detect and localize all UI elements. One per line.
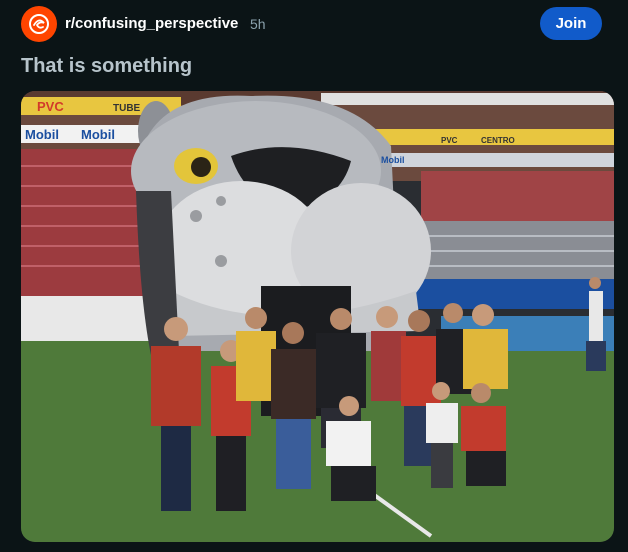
ad-board-white	[21, 296, 151, 341]
post-title[interactable]: That is something	[21, 55, 192, 78]
subreddit-name[interactable]: r/confusing_perspective	[65, 15, 238, 32]
banner-text: PVC	[441, 136, 458, 145]
banner-text: Mobil	[25, 127, 59, 142]
post-header: r/confusing_perspective 5h Join	[0, 0, 628, 48]
post-age: 5h	[250, 16, 266, 32]
banner-text: Mobil	[381, 155, 405, 165]
subreddit-avatar-icon[interactable]	[21, 6, 57, 42]
banner-text: TUBE	[113, 103, 141, 114]
join-button[interactable]: Join	[540, 7, 602, 40]
post-image[interactable]: PVC TUBE Mobil Mobil CENTRO PVC Mobil	[21, 91, 614, 542]
ad-board-blue	[411, 279, 614, 309]
banner-text: PVC	[37, 99, 64, 114]
banner-text: Mobil	[81, 127, 115, 142]
banner-text: CENTRO	[481, 136, 515, 145]
